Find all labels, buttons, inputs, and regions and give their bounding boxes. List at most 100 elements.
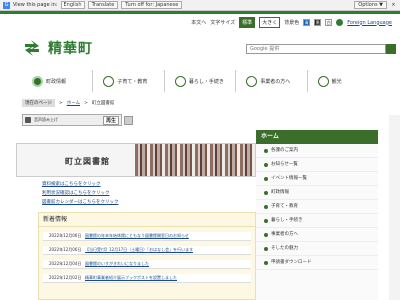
sidebar-item[interactable]: お知らせ一覧	[256, 158, 378, 172]
font-standard-button[interactable]: 標準	[239, 17, 256, 28]
color-white-button[interactable]: 白	[325, 19, 333, 26]
gnav-item-town[interactable]: 町政情報	[22, 70, 94, 92]
breadcrumb-current: 町立図書館	[91, 101, 115, 106]
font-large-button[interactable]: 大きく	[259, 17, 281, 28]
sidebar-item-label: 事業者の方へ	[271, 231, 298, 237]
news-row: 2022年12月04日 図書館のいすがきれいになりました	[43, 260, 251, 269]
gnav-item-education[interactable]: 子育て・教育	[93, 70, 165, 92]
sidebar-item[interactable]: 事業者の方へ	[256, 228, 378, 242]
gnav-label: 子育て・教育	[117, 78, 148, 85]
color-label: 背景色	[284, 20, 300, 26]
sidebar-item-label: 各課のご案内	[271, 147, 298, 153]
town-hall-icon	[32, 75, 43, 87]
bullet-arrow-icon	[264, 232, 268, 237]
news-panel: 新着情報 2022年12月06日 図書館の年末年始休館にともなう図書館開室日のお…	[38, 212, 256, 300]
play-button[interactable]: 再生	[102, 115, 119, 125]
child-icon	[103, 75, 115, 87]
news-row: 2022年12月02日 精華町事業者紹介展示ブックポストを設置しました	[43, 274, 251, 283]
bookshelf-image	[135, 144, 255, 176]
news-date: 2022年12月06日	[49, 247, 82, 252]
news-link[interactable]: 図書館の年末年始休館にともなう図書館開室日のお知らせ	[85, 233, 189, 239]
library-links: 資料検索はこちらをクリック 利用状況確認はこちらをクリック 図書館カレンダーはこ…	[42, 180, 119, 207]
sidebar-item-label: イベント情報一覧	[271, 175, 307, 181]
translate-button[interactable]: Translate	[87, 1, 119, 9]
sidebar-heading[interactable]: ホーム	[256, 130, 378, 144]
sidebar-item[interactable]: 各課のご案内	[256, 144, 378, 158]
breadcrumb-arrow-icon: >	[58, 100, 63, 106]
library-banner: 町立図書館	[16, 143, 256, 177]
sidebar-item-label: 子育て・教育	[271, 203, 298, 209]
sightseeing-icon	[317, 75, 329, 87]
bullet-arrow-icon	[264, 162, 268, 167]
sidebar: ホーム 各課のご案内 お知らせ一覧 イベント情報一覧 町政情報 子育て・教育 暮…	[256, 130, 378, 300]
speaker-icon	[25, 117, 31, 123]
gnav-item-business[interactable]: 事業者の方へ	[236, 70, 308, 92]
gnav-label: 事業者の方へ	[260, 78, 291, 85]
news-link[interactable]: 【当日受付】12月17日（土曜日）「おはなし会」を行います	[85, 247, 193, 253]
search-input[interactable]: Google 提供	[246, 44, 386, 54]
options-button[interactable]: Options ▼	[354, 1, 387, 9]
close-icon[interactable]: ×	[390, 2, 397, 8]
sidebar-item-label: 暮らし・手続き	[271, 217, 303, 223]
sidebar-item[interactable]: 申請書ダウンロード	[256, 256, 378, 270]
news-heading: 新着情報	[39, 213, 255, 227]
sidebar-item[interactable]: イベント情報一覧	[256, 172, 378, 186]
house-icon	[174, 75, 186, 87]
translate-bar: G View this page in: English Translate T…	[0, 0, 400, 11]
gnav-label: 観光	[331, 78, 342, 85]
turn-off-button[interactable]: Turn off for: Japanese	[121, 1, 183, 9]
sidebar-item-label: お知らせ一覧	[271, 161, 298, 167]
news-row: 2022年12月06日 図書館の年末年始休館にともなう図書館開室日のお知らせ	[43, 232, 251, 241]
news-link[interactable]: 図書館のいすがきれいになりました	[85, 261, 149, 267]
bullet-arrow-icon	[264, 176, 268, 181]
news-row: 2022年12月06日 【当日受付】12月17日（土曜日）「おはなし会」を行いま…	[43, 246, 251, 255]
sidebar-item[interactable]: 暮らし・手続き	[256, 214, 378, 228]
sidebar-item[interactable]: そしたの魅力	[256, 242, 378, 256]
usage-status-link[interactable]: 利用状況確認はこちらをクリック	[42, 189, 119, 198]
sidebar-item[interactable]: 子育て・教育	[256, 200, 378, 214]
gnav-label: 暮らし・手続き	[188, 78, 224, 85]
translate-message: View this page in:	[13, 2, 58, 8]
header-utility-bar: 本文へ 文字サイズ 標準 大きく 背景色 青 黒 白 Foreign Langu…	[0, 11, 400, 33]
gnav-label: 町政情報	[46, 78, 67, 85]
news-date: 2022年12月06日	[49, 233, 82, 238]
news-date: 2022年12月04日	[49, 261, 82, 266]
sidebar-item-label: 申請書ダウンロード	[271, 259, 312, 265]
news-date: 2022年12月02日	[49, 275, 82, 280]
bullet-arrow-icon	[264, 148, 268, 153]
bullet-arrow-icon	[264, 246, 268, 251]
search-button[interactable]	[386, 44, 396, 54]
breadcrumb: 現在のページ > ホーム > 町立図書館	[22, 99, 114, 107]
sidebar-item[interactable]: 町政情報	[256, 186, 378, 200]
readspeaker-label: 音声読み上げ	[34, 117, 58, 122]
global-nav: 町政情報 子育て・教育 暮らし・手続き 事業者の方へ 観光	[22, 70, 378, 92]
bullet-arrow-icon	[264, 260, 268, 265]
sidebar-item-label: そしたの魅力	[271, 245, 298, 251]
language-select[interactable]: English	[60, 1, 85, 9]
page-title: 町立図書館	[65, 157, 110, 166]
bullet-arrow-icon	[264, 190, 268, 195]
color-black-button[interactable]: 黒	[314, 19, 322, 26]
sidebar-item-label: 町政情報	[271, 189, 289, 195]
globe-icon	[336, 19, 344, 26]
font-size-label: 文字サイズ	[210, 20, 236, 26]
gnav-item-tourism[interactable]: 観光	[308, 70, 378, 92]
color-blue-button[interactable]: 青	[303, 19, 311, 26]
site-logo[interactable]: 精華町	[22, 38, 93, 58]
scrollbar[interactable]	[389, 115, 400, 300]
library-calendar-link[interactable]: 図書館カレンダーはこちらをクリック	[42, 198, 119, 207]
catalog-search-link[interactable]: 資料検索はこちらをクリック	[42, 180, 119, 189]
bullet-arrow-icon	[264, 218, 268, 223]
gnav-item-living[interactable]: 暮らし・手続き	[165, 70, 237, 92]
site-name: 精華町	[48, 41, 93, 57]
readspeaker-settings-button[interactable]	[124, 116, 133, 125]
breadcrumb-home-link[interactable]: ホーム	[67, 100, 80, 106]
foreign-language-link[interactable]: Foreign Language	[347, 20, 392, 26]
town-emblem-icon	[25, 40, 39, 56]
breadcrumb-arrow-icon: >	[84, 100, 88, 106]
news-link[interactable]: 精華町事業者紹介展示ブックポストを設置しました	[85, 275, 177, 281]
skip-to-content-link[interactable]: 本文へ	[191, 19, 206, 26]
breadcrumb-tag: 現在のページ	[22, 99, 55, 107]
google-translate-icon: G	[3, 1, 10, 9]
bullet-arrow-icon	[264, 204, 268, 209]
